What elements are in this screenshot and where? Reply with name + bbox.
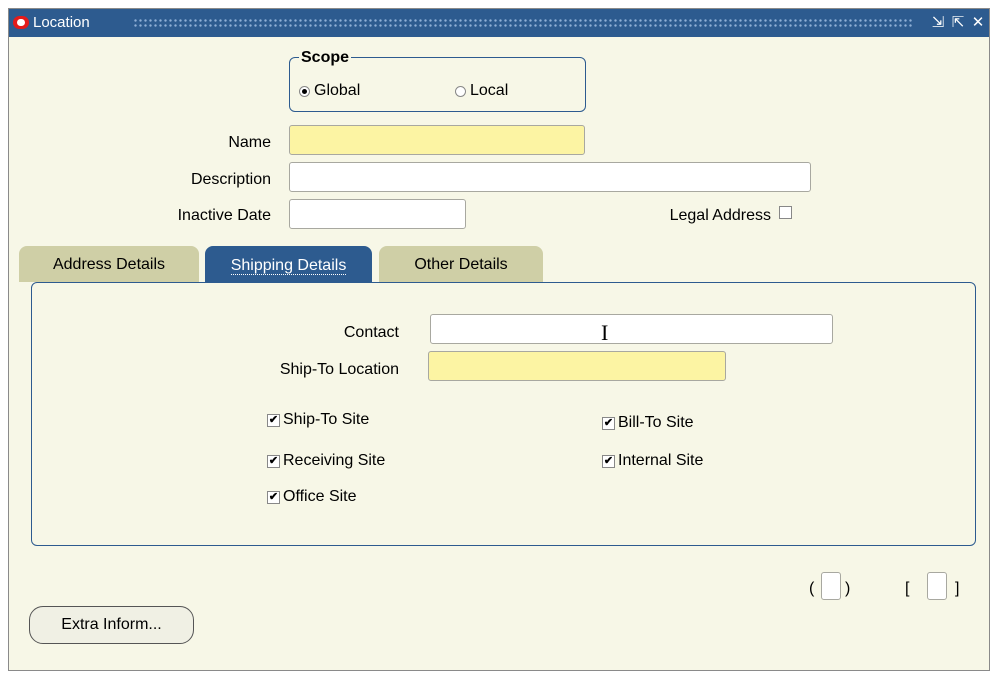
ship-to-site-label: Ship-To Site [283, 411, 370, 428]
check-icon: ✔ [267, 490, 280, 504]
legal-address-label: Legal Address [669, 207, 771, 224]
title-bar[interactable]: Location ⇲ ⇱ ✕ [9, 9, 989, 37]
text-cursor-icon: I [601, 320, 609, 345]
paren-open: ( [809, 580, 815, 597]
context-field-bracket[interactable] [927, 572, 947, 600]
receiving-site-checkbox[interactable]: ✔ Receiving Site [267, 452, 385, 470]
tab-other-details[interactable]: Other Details [379, 246, 543, 282]
maximize-icon[interactable]: ⇱ [949, 13, 967, 33]
name-input[interactable] [290, 126, 584, 154]
oracle-logo-icon [13, 16, 29, 29]
paren-close: ) [845, 580, 851, 597]
office-site-checkbox[interactable]: ✔ Office Site [267, 488, 357, 506]
window-title: Location [33, 14, 90, 31]
tab-shipping-details-label: Shipping Details [230, 257, 347, 275]
bill-to-site-label: Bill-To Site [618, 414, 694, 431]
radio-unselected-icon [455, 85, 466, 97]
name-label: Name [228, 134, 271, 151]
description-label: Description [190, 171, 271, 188]
inactive-date-input[interactable] [290, 200, 465, 228]
scope-global-radio[interactable]: Global [299, 82, 360, 100]
check-icon: ✔ [267, 454, 280, 468]
contact-field[interactable] [430, 314, 833, 344]
title-bar-pattern [133, 18, 913, 28]
scope-local-radio[interactable]: Local [455, 82, 508, 100]
close-icon[interactable]: ✕ [969, 13, 987, 33]
ship-to-location-field[interactable] [428, 351, 726, 381]
radio-selected-icon [299, 85, 310, 97]
ship-to-location-input[interactable] [429, 352, 725, 380]
scope-global-label: Global [314, 82, 361, 99]
bracket-open: [ [905, 580, 910, 597]
name-field[interactable] [289, 125, 585, 155]
internal-site-checkbox[interactable]: ✔ Internal Site [602, 452, 703, 470]
office-site-label: Office Site [283, 488, 357, 505]
scope-title: Scope [299, 49, 352, 67]
legal-address-checkbox[interactable] [779, 206, 792, 219]
tab-address-details[interactable]: Address Details [19, 246, 199, 282]
tab-other-details-label: Other Details [414, 256, 508, 273]
receiving-site-label: Receiving Site [283, 452, 386, 469]
contact-label: Contact [343, 324, 399, 341]
tab-address-details-label: Address Details [52, 256, 166, 273]
check-icon: ✔ [267, 413, 280, 427]
scope-local-label: Local [470, 82, 509, 99]
contact-input[interactable] [431, 315, 832, 343]
tab-shipping-details[interactable]: Shipping Details [205, 246, 372, 282]
internal-site-label: Internal Site [618, 452, 704, 469]
ship-to-site-checkbox[interactable]: ✔ Ship-To Site [267, 411, 369, 429]
location-window: Location ⇲ ⇱ ✕ Scope Global Local Name D… [8, 8, 990, 671]
bracket-close: ] [955, 580, 960, 597]
bill-to-site-checkbox[interactable]: ✔ Bill-To Site [602, 414, 694, 432]
inactive-date-field[interactable] [289, 199, 466, 229]
check-icon: ✔ [602, 454, 615, 468]
check-icon: ✔ [602, 416, 615, 430]
extra-information-button[interactable]: Extra Inform... [29, 606, 194, 644]
description-input[interactable] [290, 163, 810, 191]
ship-to-location-label: Ship-To Location [279, 361, 399, 378]
description-field[interactable] [289, 162, 811, 192]
minimize-icon[interactable]: ⇲ [929, 13, 947, 33]
inactive-date-label: Inactive Date [177, 207, 271, 224]
context-field-paren[interactable] [821, 572, 841, 600]
